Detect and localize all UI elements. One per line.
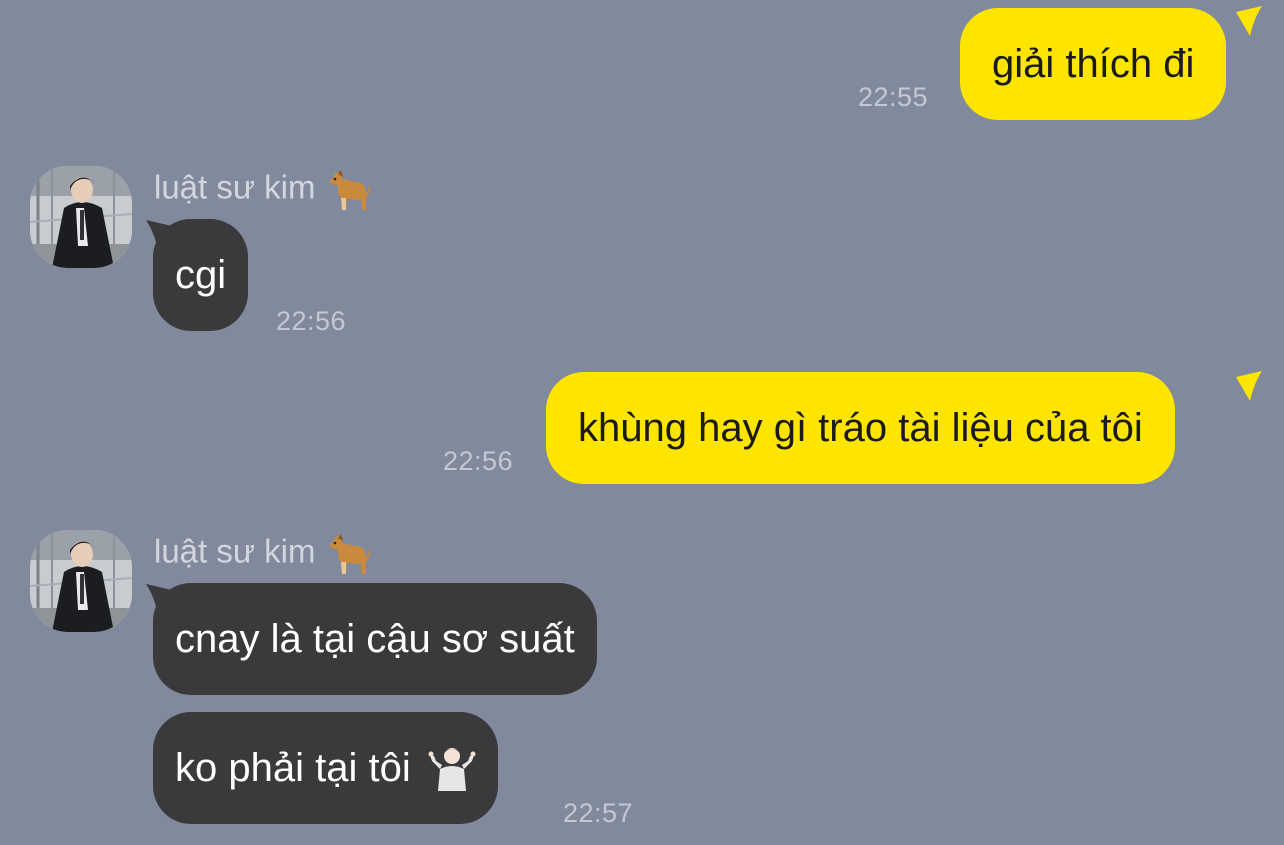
sender-name-text: luật sư kim — [154, 168, 316, 206]
message-time: 22:56 — [443, 446, 514, 476]
incoming-message-bubble[interactable]: cgi — [153, 219, 249, 331]
message-text: ko phải tại tôi — [175, 746, 411, 790]
outgoing-message-bubble[interactable]: giải thích đi — [960, 8, 1227, 120]
dog-emoji-icon — [329, 170, 370, 210]
avatar-photo — [30, 166, 132, 268]
person-shrugging-icon — [428, 748, 476, 792]
message-time: 22:57 — [563, 798, 634, 828]
message-text: giải thích đi — [992, 42, 1195, 86]
message-text: khùng hay gì tráo tài liệu của tôi — [578, 406, 1143, 450]
avatar[interactable] — [30, 530, 132, 632]
chat-area[interactable]: 22:55 giải thích đi luật sư kim cgi 22:5… — [0, 0, 1284, 845]
incoming-message-bubble[interactable]: cnay là tại cậu sơ suất — [153, 583, 597, 695]
bubble-tail — [1236, 371, 1262, 401]
avatar-photo — [30, 530, 132, 632]
message-text: cnay là tại cậu sơ suất — [175, 617, 575, 661]
dog-emoji-icon — [329, 534, 370, 574]
sender-name-text: luật sư kim — [154, 532, 316, 570]
avatar[interactable] — [30, 166, 132, 268]
message-text: cgi — [175, 253, 227, 297]
sender-name: luật sư kim — [154, 168, 371, 212]
incoming-message-bubble[interactable]: ko phải tại tôi — [153, 712, 498, 824]
message-time: 22:55 — [858, 82, 929, 112]
outgoing-message-bubble[interactable]: khùng hay gì tráo tài liệu của tôi — [546, 372, 1175, 484]
bubble-tail — [1236, 6, 1262, 36]
message-time: 22:56 — [276, 306, 347, 336]
sender-name: luật sư kim — [154, 532, 371, 576]
